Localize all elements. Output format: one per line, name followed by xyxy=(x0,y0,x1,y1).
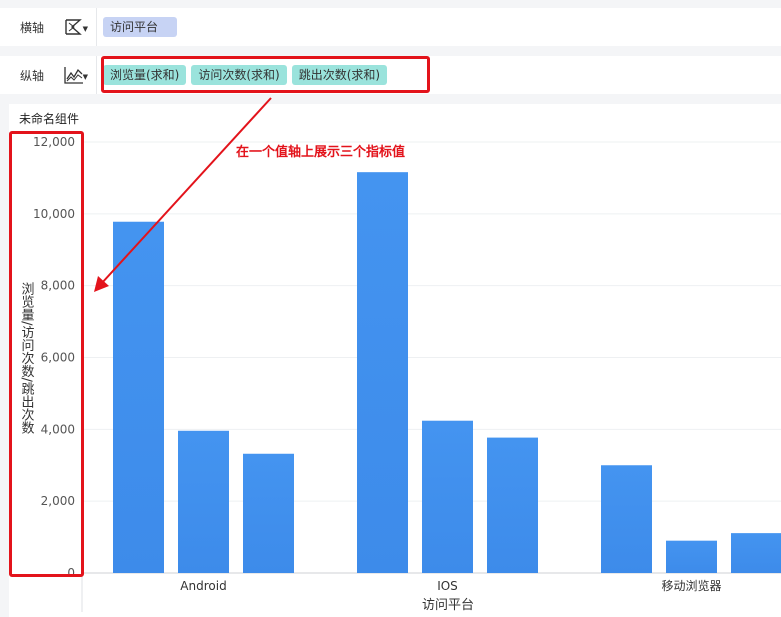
fields-highlight-box xyxy=(101,56,430,93)
x-tick-label: Android xyxy=(180,579,226,593)
bar xyxy=(601,465,652,573)
bar xyxy=(113,221,164,574)
bar xyxy=(731,533,781,573)
bar xyxy=(666,540,717,573)
bar xyxy=(487,437,538,573)
bar xyxy=(243,453,294,573)
bar xyxy=(357,172,408,574)
annotation-text: 在一个值轴上展示三个指标值 xyxy=(236,145,406,160)
bar xyxy=(422,420,473,573)
annotation-arrow-line xyxy=(100,97,272,285)
x-axis-title: 访问平台 xyxy=(422,598,474,613)
y-axis-highlight-box xyxy=(9,131,84,577)
x-tick-label: 移动浏览器 xyxy=(661,578,721,593)
x-tick-label: IOS xyxy=(437,579,458,593)
bar xyxy=(178,430,229,573)
